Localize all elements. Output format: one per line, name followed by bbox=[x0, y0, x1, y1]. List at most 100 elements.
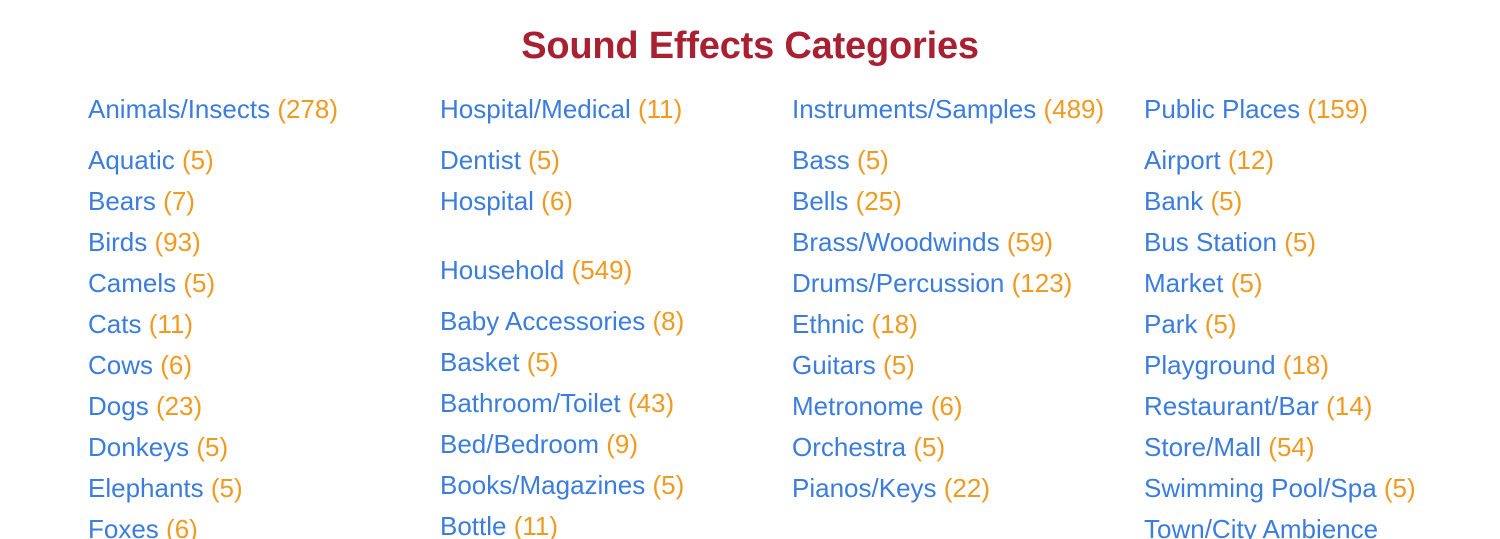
category-name: Ethnic bbox=[792, 309, 865, 339]
category-item-link[interactable]: Swimming Pool/Spa (5) bbox=[1144, 468, 1474, 509]
category-item-link[interactable]: Hospital (6) bbox=[440, 181, 770, 222]
category-count: (54) bbox=[1268, 432, 1315, 462]
category-count: (5) bbox=[1284, 227, 1316, 257]
category-count: (11) bbox=[513, 511, 559, 539]
category-count: (123) bbox=[1011, 268, 1073, 298]
category-count: (18) bbox=[871, 309, 918, 339]
category-item-link[interactable]: Foxes (6) bbox=[88, 509, 418, 539]
category-name: Store/Mall bbox=[1144, 432, 1262, 462]
category-item-link[interactable]: Bed/Bedroom (9) bbox=[440, 424, 770, 465]
category-column: Instruments/Samples (489) Bass (5) Bells (… bbox=[792, 89, 1122, 509]
category-group: Public Places (159) Airport (12) Bank (5) B… bbox=[1144, 89, 1474, 539]
category-count: (6) bbox=[930, 391, 963, 421]
category-count: (93) bbox=[154, 227, 201, 257]
category-item-link[interactable]: Donkeys (5) bbox=[88, 427, 418, 468]
category-item-link[interactable]: Books/Magazines (5) bbox=[440, 465, 770, 506]
category-item-link[interactable]: Airport (12) bbox=[1144, 140, 1474, 181]
category-name: Dentist bbox=[440, 145, 521, 175]
category-item-link[interactable]: Drums/Percussion (123) bbox=[792, 263, 1122, 304]
category-item-link[interactable]: Playground (18) bbox=[1144, 345, 1474, 386]
category-item-link[interactable]: Bass (5) bbox=[792, 140, 1122, 181]
category-name: Bathroom/Toilet bbox=[440, 388, 621, 418]
category-group-header-link[interactable]: Animals/Insects (278) bbox=[88, 89, 418, 130]
category-count: (5) bbox=[913, 432, 946, 462]
category-item-link[interactable]: Park (5) bbox=[1144, 304, 1474, 345]
page-title: Sound Effects Categories bbox=[521, 25, 979, 67]
category-item-link[interactable]: Cats (11) bbox=[88, 304, 418, 345]
category-name: Animals/Insects bbox=[88, 94, 271, 124]
category-column: Public Places (159) Airport (12) Bank (5) B… bbox=[1144, 89, 1474, 539]
category-count: (5) bbox=[528, 145, 560, 175]
category-name: Park bbox=[1144, 309, 1198, 339]
category-item-link[interactable]: Bank (5) bbox=[1144, 181, 1474, 222]
category-item-link[interactable]: Birds (93) bbox=[88, 222, 418, 263]
category-item-link[interactable]: Pianos/Keys (22) bbox=[792, 468, 1122, 509]
category-name: Cats bbox=[88, 309, 142, 339]
category-name: Bottle bbox=[440, 511, 507, 539]
category-name: Market bbox=[1144, 268, 1224, 298]
category-name: Bass bbox=[792, 145, 850, 175]
category-name: Drums/Percussion bbox=[792, 268, 1005, 298]
category-item-link[interactable]: Orchestra (5) bbox=[792, 427, 1122, 468]
category-name: Bells bbox=[792, 186, 849, 216]
category-count: (14) bbox=[1326, 391, 1373, 421]
category-group-header-link[interactable]: Hospital/Medical (11) bbox=[440, 89, 770, 130]
category-item-link[interactable]: Bottle (11) bbox=[440, 506, 770, 539]
category-item-link[interactable]: Town/City Ambience bbox=[1144, 509, 1474, 539]
category-name: Donkeys bbox=[88, 432, 190, 462]
category-name: Metronome bbox=[792, 391, 924, 421]
category-item-link[interactable]: Bells (25) bbox=[792, 181, 1122, 222]
category-item-link[interactable]: Brass/Woodwinds (59) bbox=[792, 222, 1122, 263]
category-item-link[interactable]: Cows (6) bbox=[88, 345, 418, 386]
category-name: Camels bbox=[88, 268, 177, 298]
category-count: (6) bbox=[541, 186, 573, 216]
category-column: Animals/Insects (278) Aquatic (5) Bears (7… bbox=[88, 89, 418, 539]
category-columns: Animals/Insects (278) Aquatic (5) Bears (7… bbox=[0, 89, 1500, 539]
category-name: Baby Accessories bbox=[440, 306, 646, 336]
category-item-link[interactable]: Store/Mall (54) bbox=[1144, 427, 1474, 468]
category-count: (11) bbox=[148, 309, 194, 339]
category-count: (7) bbox=[163, 186, 195, 216]
category-name: Basket bbox=[440, 347, 520, 377]
category-item-link[interactable]: Metronome (6) bbox=[792, 386, 1122, 427]
category-name: Birds bbox=[88, 227, 148, 257]
category-item-link[interactable]: Elephants (5) bbox=[88, 468, 418, 509]
category-item-link[interactable]: Ethnic (18) bbox=[792, 304, 1122, 345]
category-count: (9) bbox=[606, 429, 638, 459]
category-name: Bears bbox=[88, 186, 156, 216]
category-count: (5) bbox=[652, 470, 685, 500]
category-count: (489) bbox=[1043, 94, 1105, 124]
category-count: (59) bbox=[1006, 227, 1054, 257]
category-count: (278) bbox=[277, 94, 339, 124]
sound-effects-categories-page: Sound Effects Categories Animals/Insects… bbox=[0, 0, 1500, 539]
category-name: Aquatic bbox=[88, 145, 175, 175]
category-item-link[interactable]: Bus Station (5) bbox=[1144, 222, 1474, 263]
category-item-link[interactable]: Dentist (5) bbox=[440, 140, 770, 181]
category-name: Hospital/Medical bbox=[440, 94, 631, 124]
category-item-link[interactable]: Aquatic (5) bbox=[88, 140, 418, 181]
category-item-link[interactable]: Camels (5) bbox=[88, 263, 418, 304]
category-count: (5) bbox=[196, 432, 229, 462]
category-item-link[interactable]: Restaurant/Bar (14) bbox=[1144, 386, 1474, 427]
category-group-header-link[interactable]: Instruments/Samples (489) bbox=[792, 89, 1122, 130]
category-group: Animals/Insects (278) Aquatic (5) Bears (7… bbox=[88, 89, 418, 539]
category-name: Books/Magazines bbox=[440, 470, 646, 500]
category-group-header-link[interactable]: Household (549) bbox=[440, 250, 770, 291]
category-count: (5) bbox=[1230, 268, 1263, 298]
category-count: (6) bbox=[166, 514, 198, 539]
category-count: (6) bbox=[160, 350, 193, 380]
category-group-header-link[interactable]: Public Places (159) bbox=[1144, 89, 1474, 130]
category-count: (5) bbox=[183, 268, 216, 298]
category-item-link[interactable]: Guitars (5) bbox=[792, 345, 1122, 386]
category-item-link[interactable]: Bathroom/Toilet (43) bbox=[440, 383, 770, 424]
category-item-link[interactable]: Bears (7) bbox=[88, 181, 418, 222]
category-item-link[interactable]: Dogs (23) bbox=[88, 386, 418, 427]
category-name: Household bbox=[440, 255, 565, 285]
category-count: (159) bbox=[1307, 94, 1369, 124]
category-item-link[interactable]: Basket (5) bbox=[440, 342, 770, 383]
category-name: Bus Station bbox=[1144, 227, 1277, 257]
category-name: Airport bbox=[1144, 145, 1221, 175]
category-item-link[interactable]: Baby Accessories (8) bbox=[440, 301, 770, 342]
category-item-link[interactable]: Market (5) bbox=[1144, 263, 1474, 304]
category-name: Playground bbox=[1144, 350, 1276, 380]
